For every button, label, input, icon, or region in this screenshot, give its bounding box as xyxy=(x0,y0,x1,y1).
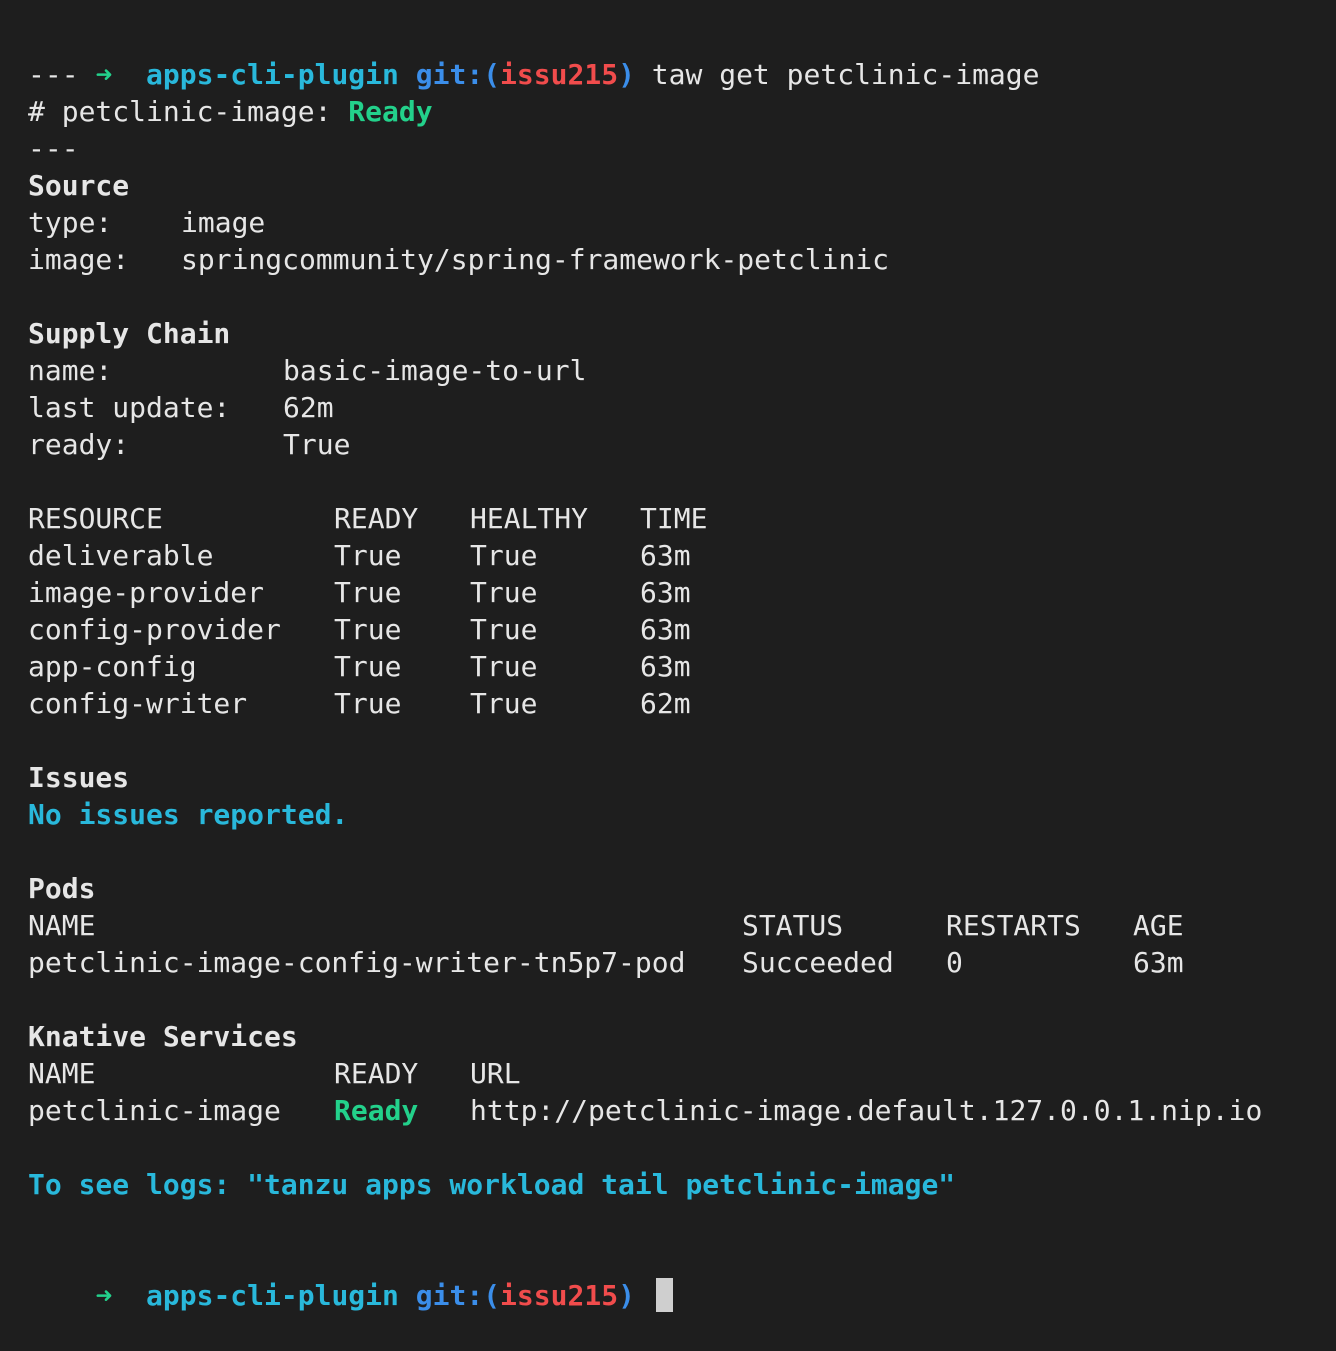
knative-service-ready: Ready xyxy=(334,1094,419,1127)
pod-name: petclinic-image-config-writer-tn5p7-pod xyxy=(28,946,686,979)
knative-header-url: URL xyxy=(470,1057,521,1090)
separator: --- xyxy=(28,58,79,91)
git-branch: issu215 xyxy=(500,1279,619,1312)
workload-header-prefix: # petclinic-image: xyxy=(28,95,332,128)
resources-header-row: RESOURCE READY HEALTHY TIME xyxy=(28,500,1336,537)
resources-row: app-config True True 63m xyxy=(28,648,1336,685)
resources-row: config-provider True True 63m xyxy=(28,611,1336,648)
logs-hint: To see logs: "tanzu apps workload tail p… xyxy=(28,1168,956,1201)
resource-ready: True xyxy=(334,613,402,646)
source-value: springcommunity/spring-framework-petclin… xyxy=(181,243,890,276)
source-key: image: xyxy=(28,243,130,276)
pods-header-name: NAME xyxy=(28,909,96,942)
source-value: image xyxy=(181,206,266,239)
prompt-line: ➜ apps-cli-plugin git:(issu215) taw get … xyxy=(28,19,1336,91)
resource-time: 63m xyxy=(640,576,691,609)
section-title-knative: Knative Services xyxy=(28,1020,298,1053)
prompt-arrow-icon: ➜ xyxy=(95,1279,113,1312)
knative-header-name: NAME xyxy=(28,1057,96,1090)
source-key: type: xyxy=(28,206,113,239)
pods-header-restarts: RESTARTS xyxy=(946,909,1081,942)
source-row: image: springcommunity/spring-framework-p… xyxy=(28,241,1336,278)
terminal-cursor[interactable] xyxy=(655,1278,673,1312)
resources-row: deliverable True True 63m xyxy=(28,537,1336,574)
resources-row: image-provider True True 63m xyxy=(28,574,1336,611)
source-row: type: image xyxy=(28,204,1336,241)
resources-header-resource: RESOURCE xyxy=(28,502,163,535)
resources-header-ready: READY xyxy=(334,502,419,535)
workload-header: # petclinic-image: Ready xyxy=(28,93,1336,130)
supply-chain-row: ready: True xyxy=(28,426,1336,463)
resource-name: config-provider xyxy=(28,613,281,646)
knative-header-row: NAME READY URL xyxy=(28,1055,1336,1092)
git-paren-close: ) xyxy=(618,1279,635,1312)
knative-service-name: petclinic-image xyxy=(28,1094,281,1127)
supply-chain-value: basic-image-to-url xyxy=(283,354,587,387)
resource-name: config-writer xyxy=(28,687,248,720)
supply-chain-row: name: basic-image-to-url xyxy=(28,352,1336,389)
workload-status: Ready xyxy=(348,95,433,128)
supply-chain-value: 62m xyxy=(283,391,334,424)
section-title-issues: Issues xyxy=(28,761,130,794)
section-title-pods: Pods xyxy=(28,872,96,905)
prompt-directory: apps-cli-plugin xyxy=(146,1279,399,1312)
issues-message: No issues reported. xyxy=(28,798,349,831)
resource-time: 63m xyxy=(640,613,691,646)
resource-healthy: True xyxy=(470,687,538,720)
terminal-window[interactable]: ➜ apps-cli-plugin git:(issu215) taw get … xyxy=(0,0,1336,1312)
resource-name: deliverable xyxy=(28,539,214,572)
resource-name: app-config xyxy=(28,650,197,683)
prompt-line[interactable]: ➜ apps-cli-plugin git:(issu215) xyxy=(28,1240,1336,1312)
resource-time: 63m xyxy=(640,539,691,572)
resource-ready: True xyxy=(334,687,402,720)
knative-header-ready: READY xyxy=(334,1057,419,1090)
resource-healthy: True xyxy=(470,576,538,609)
supply-chain-row: last update: 62m xyxy=(28,389,1336,426)
pod-restarts: 0 xyxy=(946,946,963,979)
supply-chain-key: ready: xyxy=(28,428,130,461)
section-title-source: Source xyxy=(28,169,130,202)
resource-name: image-provider xyxy=(28,576,265,609)
supply-chain-value: True xyxy=(283,428,351,461)
resource-time: 63m xyxy=(640,650,691,683)
resource-time: 62m xyxy=(640,687,691,720)
knative-service-url[interactable]: http://petclinic-image.default.127.0.0.1… xyxy=(470,1092,1262,1129)
pods-row: petclinic-image-config-writer-tn5p7-pod S… xyxy=(28,944,1336,981)
resource-ready: True xyxy=(334,576,402,609)
resource-healthy: True xyxy=(470,613,538,646)
pod-age: 63m xyxy=(1133,946,1184,979)
resource-healthy: True xyxy=(470,539,538,572)
pods-header-row: NAME STATUS RESTARTS AGE xyxy=(28,907,1336,944)
pod-status: Succeeded xyxy=(742,946,894,979)
knative-row: petclinic-image Ready http://petclinic-ima… xyxy=(28,1092,1336,1129)
resources-header-time: TIME xyxy=(640,502,708,535)
git-paren-open: ( xyxy=(483,1279,501,1312)
git-label: git: xyxy=(415,1279,484,1312)
pods-header-status: STATUS xyxy=(742,909,844,942)
resource-ready: True xyxy=(334,650,402,683)
resource-healthy: True xyxy=(470,650,538,683)
supply-chain-key: last update: xyxy=(28,391,231,424)
pods-header-age: AGE xyxy=(1133,909,1184,942)
separator: --- xyxy=(28,132,79,165)
supply-chain-key: name: xyxy=(28,354,113,387)
resources-header-healthy: HEALTHY xyxy=(470,502,589,535)
section-title-supply-chain: Supply Chain xyxy=(28,317,231,350)
resources-row: config-writer True True 62m xyxy=(28,685,1336,722)
resource-ready: True xyxy=(334,539,402,572)
